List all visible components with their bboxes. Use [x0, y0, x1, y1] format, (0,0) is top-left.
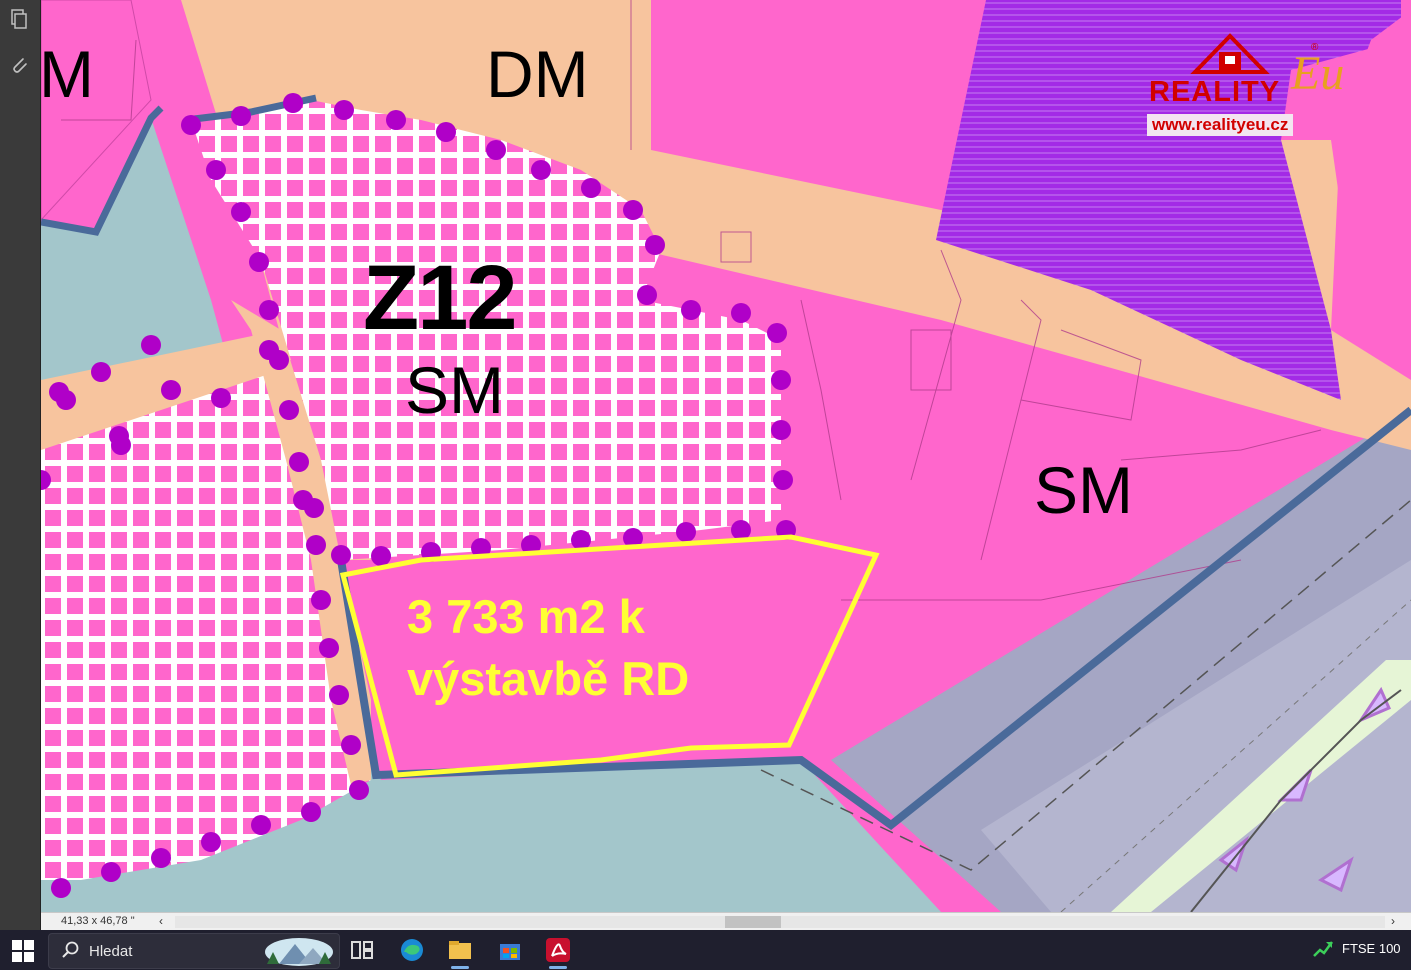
plot-area-callout: 3 733 m2 k výstavbě RD: [407, 586, 689, 710]
stock-trend-icon[interactable]: [1312, 938, 1334, 960]
attachment-icon[interactable]: [8, 54, 30, 76]
left-toolbar: [0, 0, 41, 930]
plot-purpose-text: výstavbě RD: [407, 652, 690, 705]
horizontal-scrollbar-thumb[interactable]: [725, 916, 781, 928]
stock-ticker-label[interactable]: FTSE 100: [1342, 941, 1401, 956]
scroll-right-arrow-icon[interactable]: ›: [1391, 914, 1395, 928]
search-highlight-landscape-icon: [265, 938, 333, 966]
watermark-script: Eu: [1291, 47, 1345, 100]
task-view-icon[interactable]: [346, 934, 378, 966]
edge-browser-icon[interactable]: [396, 934, 428, 966]
acrobat-active-indicator: [549, 966, 567, 969]
pages-icon[interactable]: [8, 8, 30, 30]
zoning-map[interactable]: M DM Z12 SM SM 3 733 m2 k výstavbě RD RE…: [41, 0, 1411, 912]
file-explorer-icon[interactable]: [444, 934, 476, 966]
scroll-left-arrow-icon[interactable]: ‹: [159, 914, 163, 928]
status-bar: 41,33 x 46,78 " ‹ ›: [41, 912, 1411, 931]
horizontal-scrollbar[interactable]: [175, 916, 1385, 928]
windows-taskbar: Hledat FTSE 100: [0, 930, 1411, 970]
zone-label-z12: Z12: [363, 247, 518, 349]
search-placeholder: Hledat: [89, 943, 133, 960]
zone-label-m: M: [41, 37, 94, 111]
house-logo-icon: [1190, 33, 1270, 74]
plot-area-text: 3 733 m2 k: [407, 590, 645, 643]
explorer-active-indicator: [451, 966, 469, 969]
taskbar-search-box[interactable]: Hledat: [48, 933, 340, 969]
microsoft-store-icon[interactable]: [494, 934, 526, 966]
watermark-url: www.realityeu.cz: [1147, 114, 1294, 136]
zone-label-sm-z12: SM: [405, 353, 504, 427]
reality-eu-watermark: REALITY ® Eu www.realityeu.cz: [1145, 32, 1385, 140]
search-icon: [62, 941, 79, 958]
zone-label-sm-right: SM: [1034, 453, 1133, 527]
windows-start-icon[interactable]: [10, 938, 36, 964]
zone-label-dm: DM: [486, 37, 589, 111]
acrobat-reader-icon[interactable]: [542, 934, 574, 966]
page-size-readout: 41,33 x 46,78 ": [61, 915, 135, 927]
watermark-brand: REALITY: [1149, 76, 1281, 108]
